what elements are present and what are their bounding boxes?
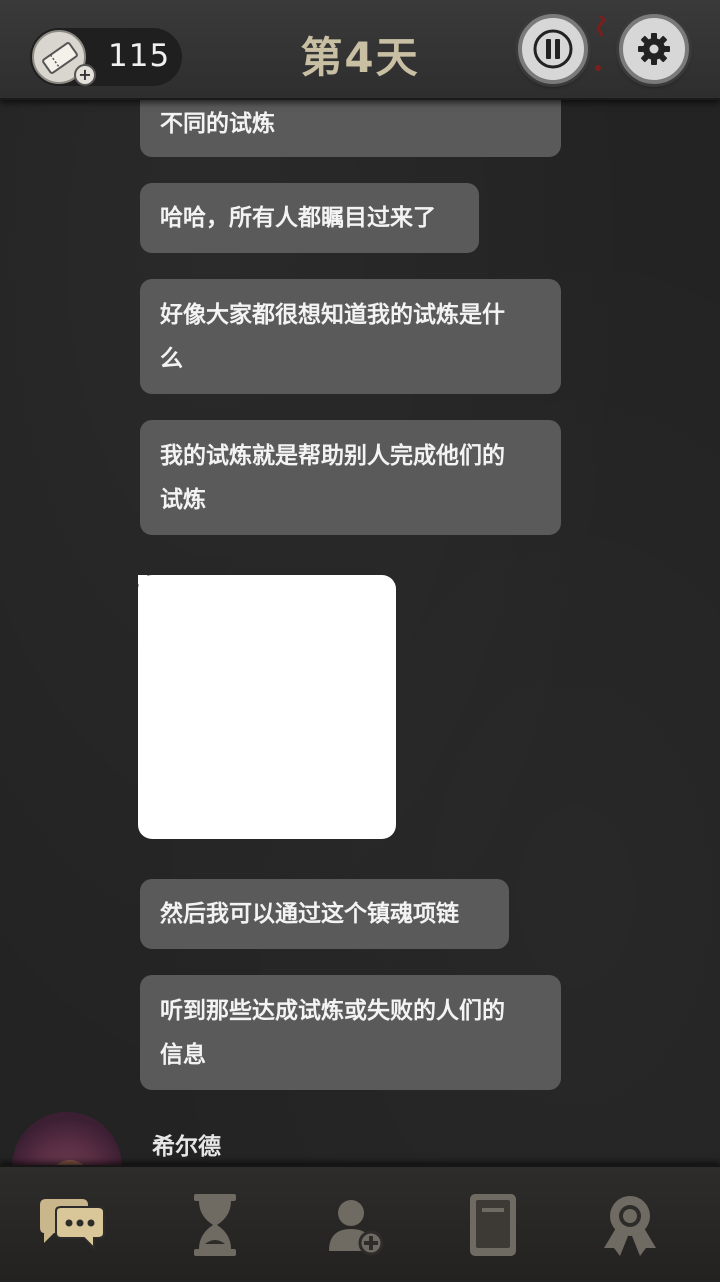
bottom-nav [0,1165,720,1282]
award-badge-icon [604,1196,656,1256]
chat-log[interactable]: 不同的试炼 哈哈，所有人都瞩目过来了 好像大家都很想知道我的试炼是什 么 我的试… [0,0,720,1165]
pause-button[interactable] [518,14,588,84]
message-line: 我的试炼就是帮助别人完成他们的 [160,443,505,469]
chat-bubbles-icon [40,1199,105,1251]
nav-chat[interactable] [22,1185,122,1265]
settings-button[interactable] [619,14,689,84]
message-line: 信息 [160,1042,206,1068]
message-line: 不同的试炼 [160,111,275,137]
red-mark-icon [595,14,606,71]
message-bubble: 好像大家都很想知道我的试炼是什 么 [140,279,561,394]
pause-icon [533,29,573,69]
nav-book[interactable] [443,1185,543,1265]
nav-award[interactable] [580,1185,680,1265]
message-bubble: 听到那些达成试炼或失败的人们的 信息 [140,975,561,1090]
message-line: 么 [160,346,183,372]
message-line: 听到那些达成试炼或失败的人们的 [160,998,505,1024]
nav-hourglass[interactable] [165,1185,265,1265]
message-bubble: 不同的试炼 [140,92,561,157]
speaker-name: 希尔德 [152,1134,221,1160]
gear-icon [638,33,670,65]
add-friend-icon [329,1200,384,1256]
day-title: 第4天 [300,33,420,82]
image-message[interactable] [138,575,396,839]
book-icon [470,1194,516,1256]
message-bubble: 哈哈，所有人都瞩目过来了 [140,183,479,253]
nav-add-friend[interactable] [305,1185,405,1265]
speaker-avatar[interactable] [12,1112,122,1165]
message-line: 好像大家都很想知道我的试炼是什 [160,302,505,328]
hourglass-icon [194,1194,236,1256]
top-bar: + 115 第4天 [0,0,720,100]
message-line: 试炼 [160,487,206,513]
message-bubble: 然后我可以通过这个镇魂项链 [140,879,509,949]
message-line: 哈哈，所有人都瞩目过来了 [160,205,436,231]
message-line: 然后我可以通过这个镇魂项链 [160,901,459,927]
message-bubble: 我的试炼就是帮助别人完成他们的 试炼 [140,420,561,535]
